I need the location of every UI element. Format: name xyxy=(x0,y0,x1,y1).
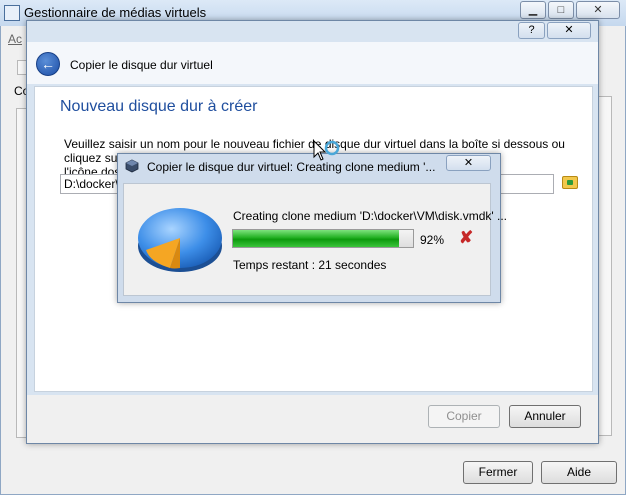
maximize-button[interactable]: □ xyxy=(548,1,574,19)
menu-fragment[interactable]: Ac xyxy=(8,32,22,46)
minimize-button[interactable]: ▁ xyxy=(520,1,546,19)
copy-dialog-close-button[interactable]: ✕ xyxy=(547,22,591,39)
virtualbox-icon xyxy=(125,159,139,173)
back-arrow-icon[interactable]: ← xyxy=(36,52,60,76)
operation-description: Creating clone medium 'D:\docker\VM\disk… xyxy=(233,209,508,223)
app-icon xyxy=(4,5,20,21)
window-close-button[interactable]: ✕ xyxy=(576,1,620,19)
cancel-operation-icon[interactable]: ✘ xyxy=(459,229,473,246)
time-remaining: Temps restant : 21 secondes xyxy=(233,258,387,272)
right-panel-fragment xyxy=(598,96,612,436)
busy-cursor-icon xyxy=(313,140,340,161)
progress-bar-fill xyxy=(233,230,399,247)
folder-browse-icon[interactable] xyxy=(562,176,578,189)
progress-dialog-title: Copier le disque dur virtuel: Creating c… xyxy=(147,160,436,174)
progress-bar xyxy=(232,229,414,248)
copy-button[interactable]: Copier xyxy=(428,405,500,428)
close-button[interactable]: Fermer xyxy=(463,461,533,484)
main-window-title: Gestionnaire de médias virtuels xyxy=(24,5,207,20)
progress-percent: 92% xyxy=(420,233,445,247)
section-title: Nouveau disque dur à créer xyxy=(60,98,258,115)
cancel-button[interactable]: Annuler xyxy=(509,405,581,428)
help-button[interactable]: Aide xyxy=(541,461,617,484)
copy-dialog-title: Copier le disque dur virtuel xyxy=(70,58,213,72)
help-title-button[interactable]: ? xyxy=(518,22,545,39)
progress-dialog-close-button[interactable]: ✕ xyxy=(446,155,491,171)
disk-progress-pie-icon xyxy=(138,208,222,272)
